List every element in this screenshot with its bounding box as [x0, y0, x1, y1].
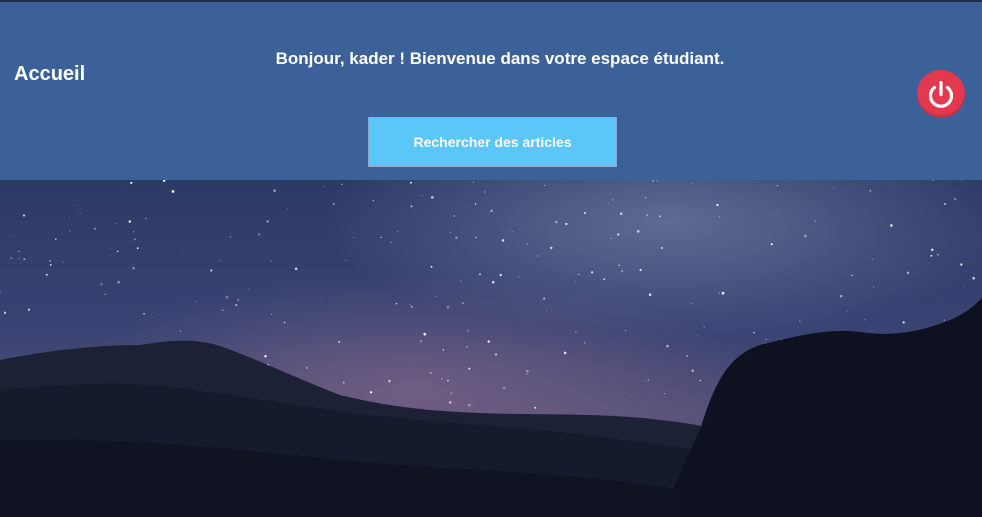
header-bar: Accueil Bonjour, kader ! Bienvenue dans …	[0, 0, 982, 180]
power-icon	[928, 80, 954, 108]
welcome-message: Bonjour, kader ! Bienvenue dans votre es…	[275, 49, 725, 68]
student-home-page: Accueil Bonjour, kader ! Bienvenue dans …	[0, 0, 982, 517]
logout-button[interactable]	[917, 70, 965, 118]
search-articles-button[interactable]: Rechercher des articles	[368, 117, 617, 167]
night-sky-mountain-background	[0, 180, 982, 517]
